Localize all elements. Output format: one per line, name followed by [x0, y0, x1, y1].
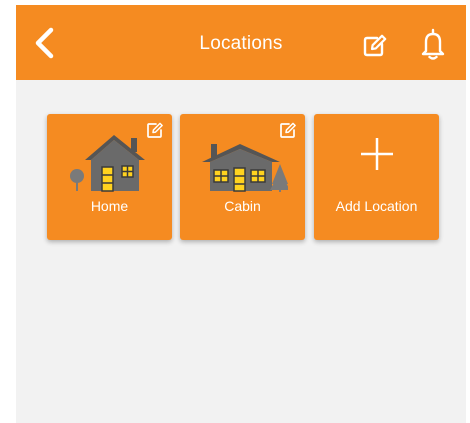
plus-icon — [361, 138, 393, 170]
edit-icon — [363, 34, 387, 57]
cabin-icon — [202, 144, 288, 192]
location-tile-home[interactable]: Home — [47, 114, 172, 240]
page-title: Locations — [199, 33, 283, 54]
house-icon — [70, 135, 145, 192]
header-bar: Locations — [16, 5, 466, 80]
edit-icon[interactable] — [278, 120, 298, 140]
notifications-button[interactable] — [418, 27, 448, 61]
edit-locations-button[interactable] — [360, 30, 390, 60]
add-location-label: Add Location — [335, 198, 418, 214]
location-label: Cabin — [224, 198, 261, 214]
bell-icon — [421, 28, 445, 60]
app-screen: Locations Home Cabin Add Location — [16, 5, 466, 423]
edit-icon[interactable] — [145, 120, 165, 140]
location-tile-cabin[interactable]: Cabin — [180, 114, 305, 240]
add-location-button[interactable]: Add Location — [314, 114, 439, 240]
location-label: Home — [90, 198, 129, 214]
